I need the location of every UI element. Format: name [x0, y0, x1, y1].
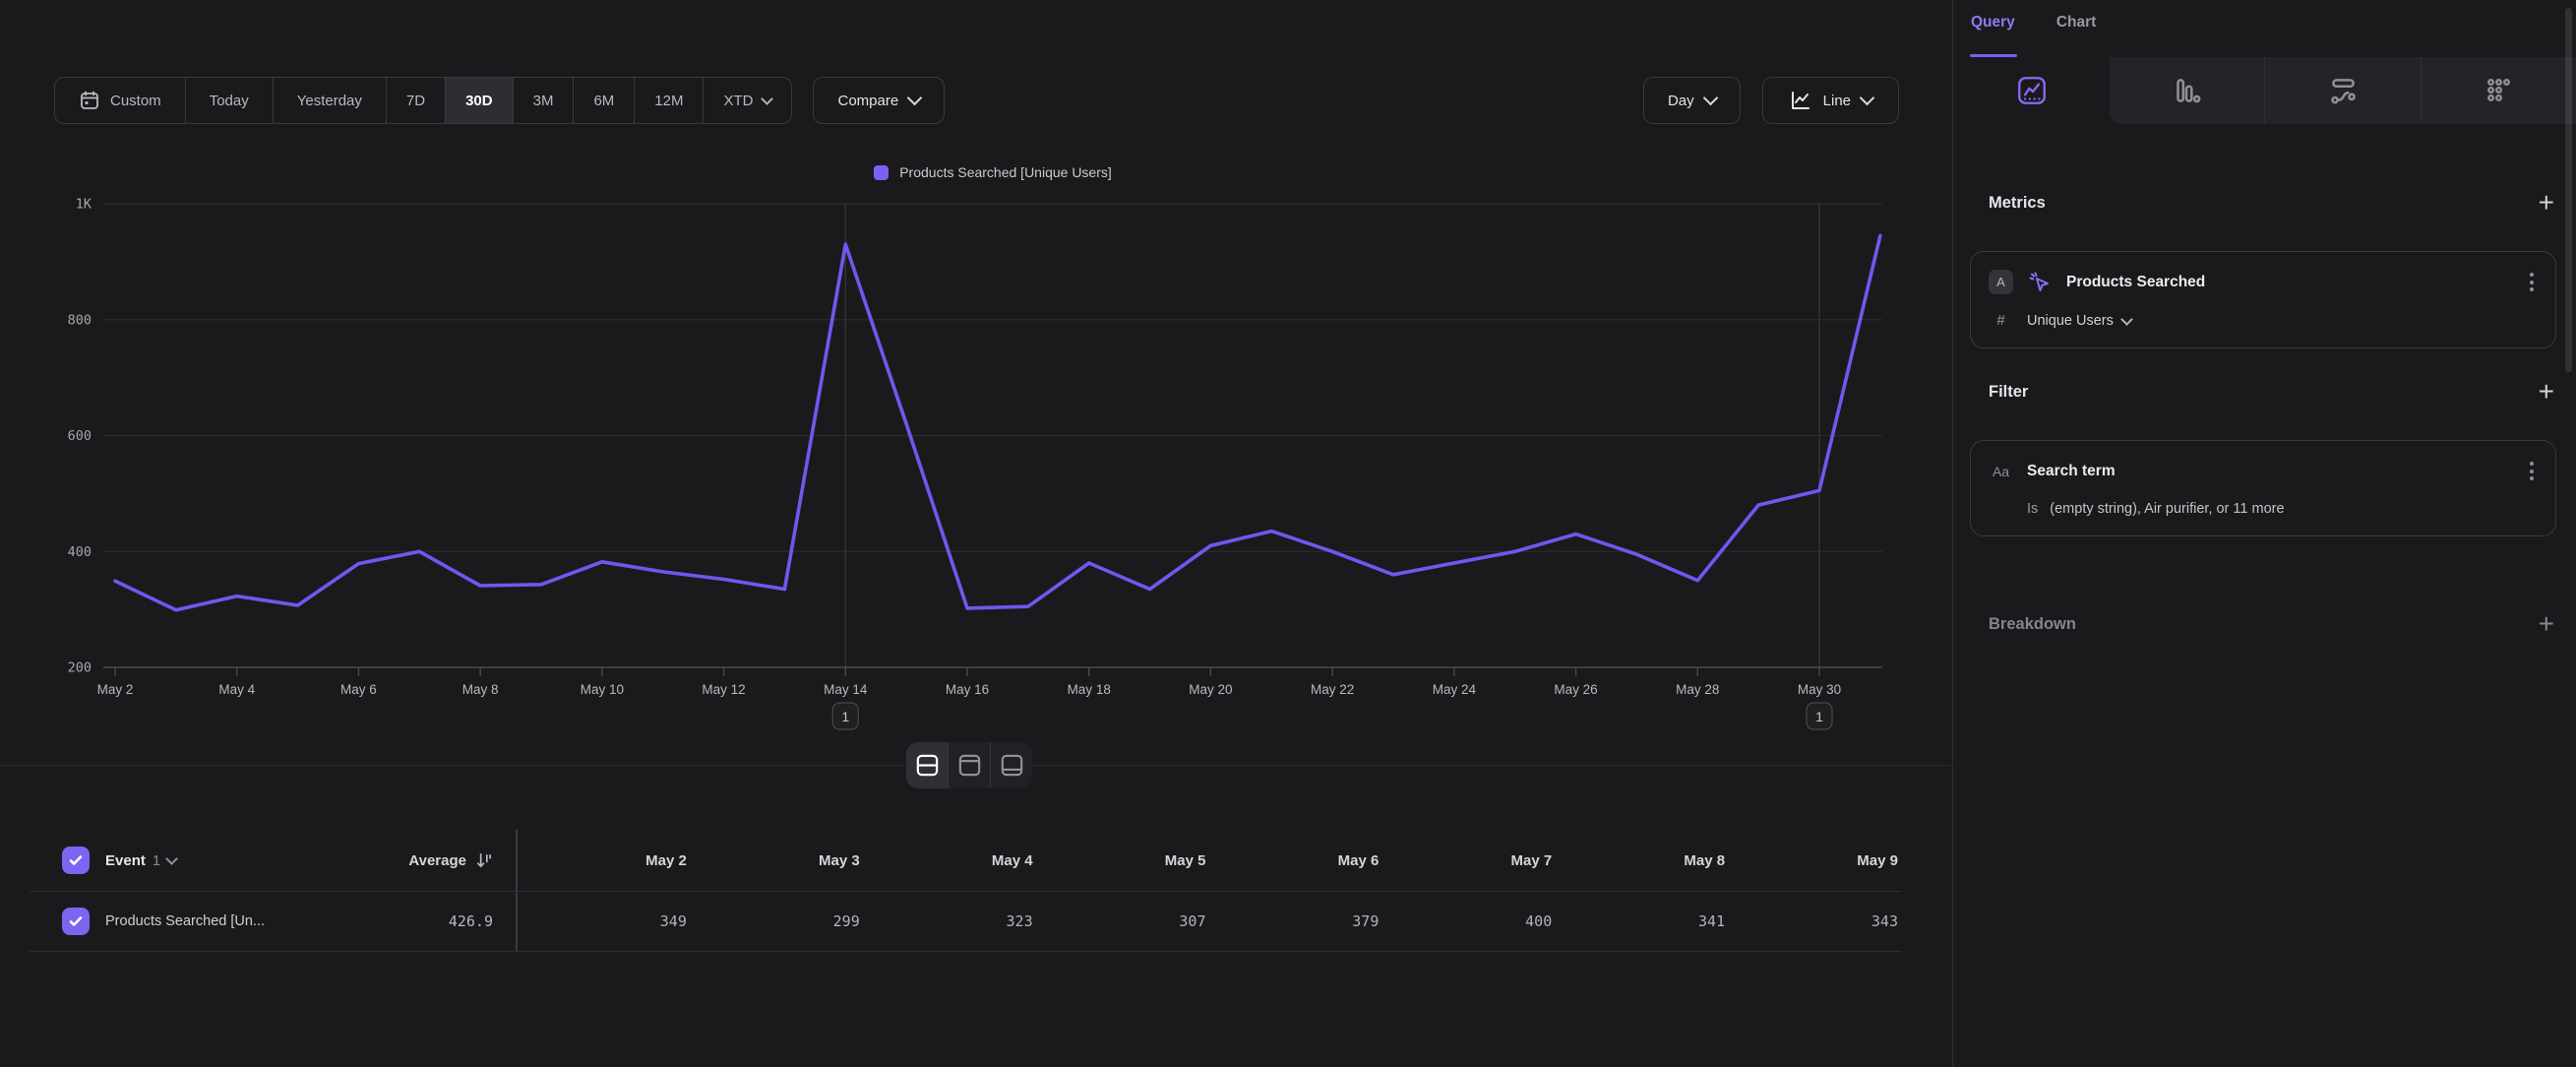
cell-value: 323: [864, 912, 1037, 930]
x-axis-label: May 20: [1189, 682, 1232, 697]
row-checkbox[interactable]: [62, 908, 90, 935]
x-axis-label: May 14: [824, 682, 868, 697]
metric-menu-button[interactable]: [2526, 269, 2538, 295]
column-header[interactable]: May 3: [691, 852, 864, 869]
add-metric-button[interactable]: +: [2539, 193, 2554, 213]
x-axis-label: May 10: [581, 682, 624, 697]
chevron-down-icon: [165, 852, 178, 865]
table-row[interactable]: Products Searched [Un... 426.9 349299323…: [30, 892, 1902, 952]
filter-operator[interactable]: Is: [2027, 501, 2038, 517]
layout-split-button[interactable]: [906, 742, 949, 788]
x-axis-label: May 2: [97, 682, 134, 697]
tab-insights[interactable]: [1954, 57, 2110, 124]
row-label: Products Searched [Un...: [105, 913, 265, 929]
metrics-title: Metrics: [1989, 194, 2046, 213]
metric-series-badge: A: [1989, 270, 2013, 294]
column-header[interactable]: May 6: [1210, 852, 1383, 869]
filter-section-header: Filter +: [1989, 382, 2554, 402]
column-header[interactable]: May 4: [864, 852, 1037, 869]
breakdown-title: Breakdown: [1989, 615, 2076, 634]
filter-property-name: Search term: [2027, 463, 2116, 480]
cell-value: 349: [518, 912, 691, 930]
column-header[interactable]: May 5: [1037, 852, 1210, 869]
x-axis-label: May 8: [462, 682, 499, 697]
add-breakdown-button[interactable]: +: [2539, 614, 2554, 634]
y-axis-label: 1K: [76, 197, 92, 213]
sidebar-tabs: Query Chart: [1954, 0, 2576, 57]
table-header-row: Event 1 Average May 2May 3May 4May 5May …: [30, 830, 1902, 892]
metrics-section-header: Metrics +: [1989, 193, 2554, 213]
average-value: 426.9: [449, 912, 493, 930]
events-table: Event 1 Average May 2May 3May 4May 5May …: [30, 830, 1902, 952]
y-axis-label: 400: [68, 544, 92, 560]
chevron-down-icon: [2120, 313, 2133, 326]
metric-name: Products Searched: [2066, 274, 2205, 291]
x-axis-label: May 26: [1554, 682, 1597, 697]
string-property-icon: Aa: [1989, 464, 2013, 479]
flows-icon: [2326, 74, 2360, 107]
cell-value: 299: [691, 912, 864, 930]
x-axis-label: May 24: [1433, 682, 1477, 697]
scrollbar-thumb[interactable]: [2565, 8, 2572, 372]
y-axis-label: 600: [68, 428, 92, 444]
sidebar: Query Chart Metrics + A: [1954, 0, 2576, 1067]
column-header[interactable]: May 9: [1729, 852, 1902, 869]
apps-grid-icon: [2482, 74, 2515, 107]
tab-flows[interactable]: [2264, 57, 2421, 124]
check-icon: [68, 852, 84, 868]
tab-apps[interactable]: [2421, 57, 2576, 124]
column-header[interactable]: May 2: [518, 852, 691, 869]
cell-value: 341: [1556, 912, 1729, 930]
x-axis-label: May 28: [1676, 682, 1719, 697]
metric-card[interactable]: A Products Searched # Unique Users: [1970, 251, 2556, 348]
event-cursor-icon: [2027, 270, 2053, 295]
check-icon: [68, 913, 84, 929]
x-axis-label: May 16: [946, 682, 989, 697]
report-type-tabs: [1954, 57, 2576, 124]
column-header[interactable]: May 8: [1556, 852, 1729, 869]
data-line: [115, 235, 1880, 609]
layout-table-only-button[interactable]: [991, 742, 1032, 788]
x-axis-label: May 22: [1311, 682, 1354, 697]
event-label: Event: [105, 852, 146, 869]
cell-value: 400: [1382, 912, 1556, 930]
x-axis-label: May 18: [1068, 682, 1111, 697]
main-panel: CustomTodayYesterday7D30D3M6M12MXTD Comp…: [0, 0, 1953, 1067]
filter-title: Filter: [1989, 383, 2028, 402]
event-header[interactable]: Event 1: [105, 852, 176, 869]
insights-icon: [2015, 74, 2049, 107]
average-column-header[interactable]: Average: [371, 851, 493, 870]
tab-query[interactable]: Query: [1971, 14, 2015, 57]
x-axis-label: May 6: [340, 682, 377, 697]
layout-chart-only-button[interactable]: [949, 742, 991, 788]
filter-card[interactable]: Aa Search term Is (empty string), Air pu…: [1970, 440, 2556, 536]
cell-value: 379: [1210, 912, 1383, 930]
filter-value[interactable]: (empty string), Air purifier, or 11 more: [2050, 501, 2284, 517]
y-axis-label: 200: [68, 660, 92, 676]
add-filter-button[interactable]: +: [2539, 382, 2554, 402]
aggregation-prefix: #: [1989, 312, 2013, 329]
cell-value: 307: [1037, 912, 1210, 930]
aggregation-dropdown[interactable]: Unique Users: [2027, 313, 2131, 329]
annotation-badge-label: 1: [1815, 709, 1823, 724]
annotation-badge-label: 1: [841, 709, 849, 724]
event-checkbox[interactable]: [62, 847, 90, 874]
line-chart[interactable]: 1K 800 600 400 200 May 2 May 4 May 6 May 8 May 10…: [0, 0, 1953, 787]
x-axis-label: May 30: [1798, 682, 1841, 697]
tab-chart[interactable]: Chart: [2056, 14, 2096, 57]
funnels-icon: [2170, 74, 2203, 107]
tab-funnels[interactable]: [2110, 57, 2265, 124]
x-axis-label: May 12: [702, 682, 745, 697]
event-count: 1: [153, 852, 160, 869]
breakdown-section-header: Breakdown +: [1989, 614, 2554, 634]
y-axis-label: 800: [68, 312, 92, 328]
aggregation-label: Unique Users: [2027, 313, 2114, 329]
cell-value: 343: [1729, 912, 1902, 930]
sort-icon: [474, 851, 493, 870]
layout-toggle: [906, 742, 1032, 788]
x-axis-label: May 4: [218, 682, 255, 697]
average-label: Average: [408, 852, 466, 869]
column-header[interactable]: May 7: [1382, 852, 1556, 869]
filter-menu-button[interactable]: [2526, 458, 2538, 484]
